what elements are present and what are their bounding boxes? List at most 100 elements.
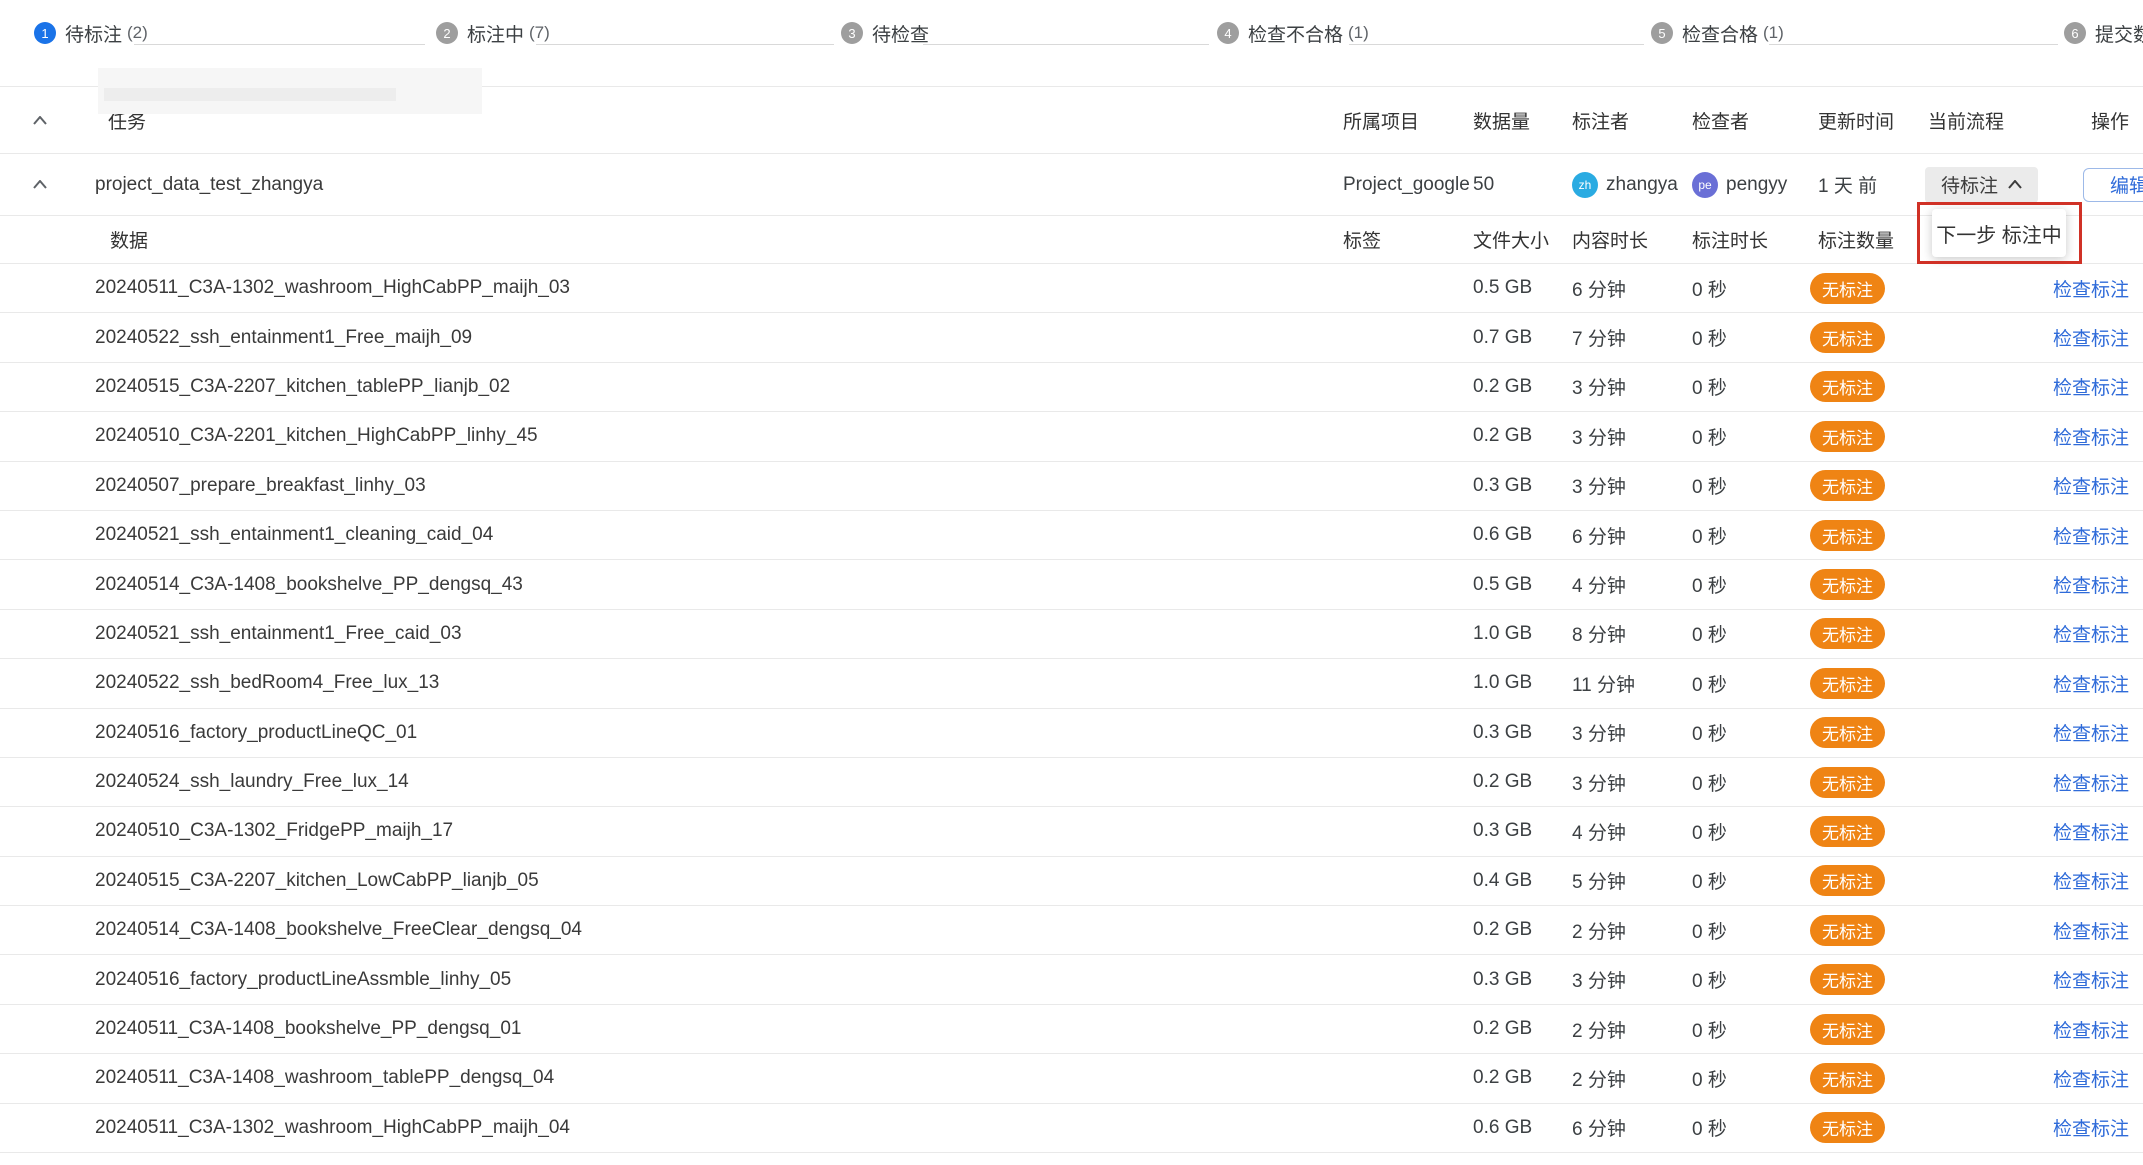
step-check-failed[interactable]: 4 检查不合格 (1) [1217, 0, 1369, 66]
status-badge: 无标注 [1810, 371, 1885, 402]
check-annotation-link[interactable]: 检查标注 [2053, 472, 2129, 499]
chevron-up-icon [2008, 180, 2022, 189]
check-annotation-link[interactable]: 检查标注 [2053, 275, 2129, 302]
task-table: 任务 所属项目 数据量 标注者 检查者 更新时间 当前流程 操作 project… [0, 86, 2143, 1165]
ghost-highlight-block [104, 88, 396, 101]
data-annotation-duration: 0 秒 [1692, 867, 1818, 894]
data-content-duration: 3 分钟 [1572, 472, 1692, 499]
table-row: 20240522_ssh_bedRoom4_Free_lux_13 1.0 GB… [0, 659, 2143, 708]
data-file-name: 20240521_ssh_entainment1_Free_caid_03 [95, 623, 1343, 645]
task-project: Project_google [1343, 174, 1473, 196]
step-number-badge: 5 [1651, 22, 1673, 44]
status-badge: 无标注 [1810, 668, 1885, 699]
data-file-size: 0.3 GB [1473, 722, 1572, 744]
data-rows-container: 20240511_C3A-1302_washroom_HighCabPP_mai… [0, 264, 2143, 1153]
checker-name: pengyy [1726, 174, 1787, 196]
step-count: (7) [529, 23, 550, 43]
step-label: 检查合格 [1682, 20, 1758, 47]
data-content-duration: 2 分钟 [1572, 1016, 1692, 1043]
step-submit-data[interactable]: 6 提交数据 [2064, 0, 2143, 66]
check-annotation-link[interactable]: 检查标注 [2053, 818, 2129, 845]
current-flow-dropdown-button[interactable]: 待标注 [1925, 167, 2038, 203]
edit-button[interactable]: 编辑 [2083, 168, 2143, 202]
status-badge: 无标注 [1810, 816, 1885, 847]
task-row: project_data_test_zhangya Project_google… [0, 154, 2143, 216]
data-file-name: 20240521_ssh_entainment1_cleaning_caid_0… [95, 524, 1343, 546]
step-pending-annotation[interactable]: 1 待标注 (2) [34, 0, 148, 66]
data-annotation-duration: 0 秒 [1692, 670, 1818, 697]
table-row: 20240511_C3A-1408_bookshelve_PP_dengsq_0… [0, 1005, 2143, 1054]
check-annotation-link[interactable]: 检查标注 [2053, 571, 2129, 598]
step-count: (2) [127, 23, 148, 43]
data-file-name: 20240510_C3A-2201_kitchen_HighCabPP_linh… [95, 425, 1343, 447]
collapse-task-chevron-up-icon[interactable] [33, 180, 47, 189]
data-content-duration: 4 分钟 [1572, 818, 1692, 845]
step-connector [536, 44, 834, 45]
status-badge: 无标注 [1810, 618, 1885, 649]
data-file-size: 0.3 GB [1473, 820, 1572, 842]
collapse-all-chevron-up-icon[interactable] [33, 116, 47, 125]
check-annotation-link[interactable]: 检查标注 [2053, 670, 2129, 697]
dropdown-menu-item-next-step[interactable]: 下一步 标注中 [1932, 209, 2066, 257]
check-annotation-link[interactable]: 检查标注 [2053, 719, 2129, 746]
data-file-size: 0.5 GB [1473, 574, 1572, 596]
step-number-badge: 6 [2064, 22, 2086, 44]
data-file-size: 0.3 GB [1473, 475, 1572, 497]
data-file-name: 20240507_prepare_breakfast_linhy_03 [95, 475, 1343, 497]
check-annotation-link[interactable]: 检查标注 [2053, 966, 2129, 993]
data-content-duration: 4 分钟 [1572, 571, 1692, 598]
step-number-badge: 1 [34, 22, 56, 44]
step-label: 待标注 [65, 20, 122, 47]
status-badge: 无标注 [1810, 569, 1885, 600]
data-file-name: 20240514_C3A-1408_bookshelve_PP_dengsq_4… [95, 574, 1343, 596]
data-content-duration: 3 分钟 [1572, 423, 1692, 450]
check-annotation-link[interactable]: 检查标注 [2053, 423, 2129, 450]
step-annotating[interactable]: 2 标注中 (7) [436, 0, 550, 66]
status-badge: 无标注 [1810, 915, 1885, 946]
check-annotation-link[interactable]: 检查标注 [2053, 373, 2129, 400]
table-row-partial: 无标注 [0, 1153, 2143, 1165]
data-file-size: 0.2 GB [1473, 1018, 1572, 1040]
data-annotation-duration: 0 秒 [1692, 275, 1818, 302]
table-row: 20240524_ssh_laundry_Free_lux_14 0.2 GB … [0, 758, 2143, 807]
data-file-size: 0.6 GB [1473, 524, 1572, 546]
data-annotation-duration: 0 秒 [1692, 620, 1818, 647]
data-file-name: 20240514_C3A-1408_bookshelve_FreeClear_d… [95, 919, 1343, 941]
data-file-size: 0.3 GB [1473, 969, 1572, 991]
step-connector [134, 44, 425, 45]
check-annotation-link[interactable]: 检查标注 [2053, 769, 2129, 796]
column-header-data: 数据 [95, 226, 1343, 253]
check-annotation-link[interactable]: 检查标注 [2053, 324, 2129, 351]
data-file-size: 0.2 GB [1473, 425, 1572, 447]
data-annotation-duration: 0 秒 [1692, 522, 1818, 549]
check-annotation-link[interactable]: 检查标注 [2053, 522, 2129, 549]
workflow-stepper: 1 待标注 (2) 2 标注中 (7) 3 待检查 4 检查不合格 (1) 5 … [0, 0, 2143, 66]
data-annotation-duration: 0 秒 [1692, 719, 1818, 746]
check-annotation-link[interactable]: 检查标注 [2053, 1114, 2129, 1141]
data-content-duration: 6 分钟 [1572, 522, 1692, 549]
data-file-size: 1.0 GB [1473, 623, 1572, 645]
task-checker: pe pengyy [1692, 172, 1818, 198]
status-badge: 无标注 [1810, 767, 1885, 798]
current-flow-label: 待标注 [1941, 171, 1998, 198]
column-header-content-duration: 内容时长 [1572, 226, 1692, 253]
data-content-duration: 6 分钟 [1572, 1114, 1692, 1141]
data-file-size: 0.7 GB [1473, 327, 1572, 349]
table-row: 20240522_ssh_entainment1_Free_maijh_09 0… [0, 313, 2143, 362]
check-annotation-link[interactable]: 检查标注 [2053, 917, 2129, 944]
check-annotation-link[interactable]: 检查标注 [2053, 1016, 2129, 1043]
table-row: 20240515_C3A-2207_kitchen_LowCabPP_lianj… [0, 857, 2143, 906]
step-check-passed[interactable]: 5 检查合格 (1) [1651, 0, 1784, 66]
column-header-actions: 操作 [2043, 107, 2143, 134]
status-badge: 无标注 [1810, 1112, 1885, 1143]
check-annotation-link[interactable]: 检查标注 [2053, 1065, 2129, 1092]
step-pending-check[interactable]: 3 待检查 [841, 0, 929, 66]
step-connector [1349, 44, 1644, 45]
check-annotation-link[interactable]: 检查标注 [2053, 620, 2129, 647]
data-annotation-duration: 0 秒 [1692, 1114, 1818, 1141]
table-row: 20240521_ssh_entainment1_cleaning_caid_0… [0, 511, 2143, 560]
data-file-name: 20240510_C3A-1302_FridgePP_maijh_17 [95, 820, 1343, 842]
data-file-size: 0.5 GB [1473, 277, 1572, 299]
data-file-name: 20240522_ssh_bedRoom4_Free_lux_13 [95, 672, 1343, 694]
check-annotation-link[interactable]: 检查标注 [2053, 867, 2129, 894]
